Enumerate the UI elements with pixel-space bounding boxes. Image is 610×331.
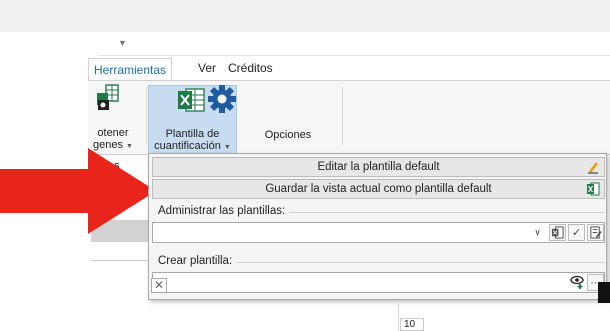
pencil-icon (588, 162, 598, 174)
template-dropdown-menu: Editar la plantilla default Guardar la v… (148, 153, 607, 300)
row-number-cell: 10 (400, 318, 424, 331)
ribbon-panel: otener genes ▼ Plantilla de cuantificaci… (88, 80, 610, 155)
edit-default-template-label: Editar la plantilla default (317, 161, 440, 173)
ribbon-tabs: Herramientas Ver Créditos (88, 58, 610, 82)
red-arrow-annotation (0, 148, 156, 234)
tab-creditos[interactable]: Créditos (224, 61, 277, 75)
background-block (598, 282, 610, 303)
create-template-input[interactable]: ⋯ (152, 272, 605, 293)
admin-templates-label: Administrar las plantillas: (152, 205, 290, 217)
opciones-button[interactable]: Opciones (248, 85, 328, 155)
close-icon[interactable]: ✕ (151, 278, 167, 293)
excel-load-icon[interactable] (549, 224, 566, 241)
quick-access-toolbar: ▼ (98, 34, 610, 56)
checkmark-icon[interactable]: ✓ (568, 224, 585, 241)
save-view-as-default-item[interactable]: Guardar la vista actual como plantilla d… (152, 179, 605, 199)
obtener-label-line1: otener (97, 127, 129, 139)
opciones-label: Opciones (264, 129, 312, 141)
create-template-section: Crear plantilla: (152, 255, 605, 267)
quick-access-chevron-icon[interactable]: ▼ (118, 38, 127, 48)
title-bar (0, 0, 610, 32)
grid-line (398, 300, 399, 331)
tab-herramientas[interactable]: Herramientas (88, 58, 173, 82)
admin-templates-combo[interactable]: ∨ ✓ (152, 222, 605, 243)
plantilla-label-line1: Plantilla de (165, 128, 220, 140)
admin-templates-section: Administrar las plantillas: (152, 205, 605, 217)
excel-template-icon (178, 88, 205, 112)
ribbon-separator (342, 87, 343, 145)
plantilla-label-line2: cuantificación ▼ (154, 140, 231, 152)
save-view-as-default-label: Guardar la vista actual como plantilla d… (265, 183, 492, 195)
spreadsheet-images-icon (97, 84, 119, 110)
edit-default-template-item[interactable]: Editar la plantilla default (152, 157, 605, 177)
excel-save-icon (587, 182, 600, 196)
gear-icon (208, 85, 236, 113)
ribbon-separator (146, 87, 147, 145)
workspace-divider (91, 260, 148, 261)
eye-add-icon[interactable] (568, 274, 585, 291)
edit-list-icon[interactable] (587, 224, 604, 241)
create-template-label: Crear plantilla: (152, 255, 237, 267)
tab-ver[interactable]: Ver (194, 61, 220, 75)
chevron-down-icon[interactable]: ∨ (529, 224, 546, 241)
